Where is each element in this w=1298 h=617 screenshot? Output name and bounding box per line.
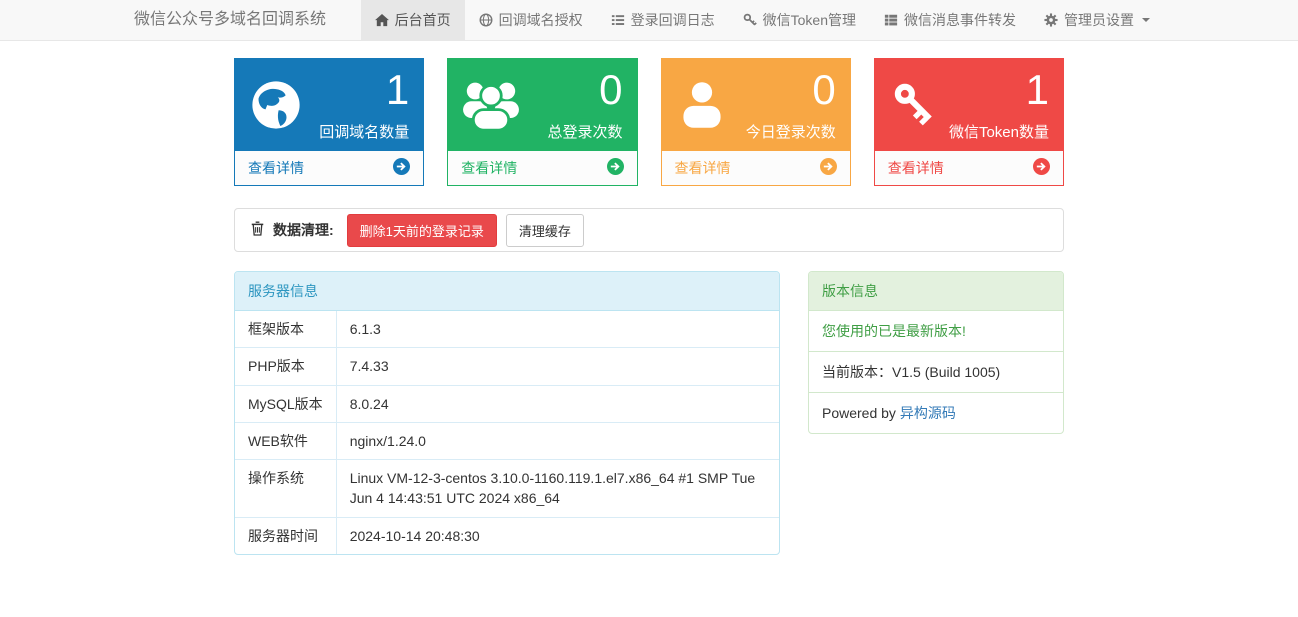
row-label: 框架版本 bbox=[235, 311, 336, 348]
latest-version-note: 您使用的已是最新版本! bbox=[809, 311, 1063, 351]
nav-item-wechat-message-forwarding[interactable]: 微信消息事件转发 bbox=[870, 0, 1030, 40]
globe-icon bbox=[479, 13, 493, 27]
nav-item-label: 登录回调日志 bbox=[631, 10, 715, 30]
powered-by-row: Powered by 异构源码 bbox=[809, 392, 1063, 433]
table-row: 框架版本 6.1.3 bbox=[235, 311, 779, 348]
cleanup-label: 数据清理: bbox=[273, 220, 334, 240]
caret-down-icon bbox=[1142, 18, 1150, 22]
vendor-link[interactable]: 异构源码 bbox=[900, 405, 956, 421]
stat-cards: 1 回调域名数量 查看详情 0 总登录次数 查看详情 bbox=[234, 58, 1064, 186]
key-icon bbox=[888, 77, 944, 133]
version-info-title: 版本信息 bbox=[809, 272, 1063, 311]
th-list-icon bbox=[884, 13, 898, 27]
stat-value: 0 bbox=[812, 67, 835, 113]
row-label: MySQL版本 bbox=[235, 385, 336, 422]
info-panels: 服务器信息 框架版本 6.1.3 PHP版本 7.4.33 MySQL版本 8.… bbox=[234, 271, 1064, 555]
stat-value: 0 bbox=[599, 67, 622, 113]
stat-value: 1 bbox=[386, 67, 409, 113]
stat-card-body: 0 总登录次数 bbox=[448, 59, 636, 151]
table-row: MySQL版本 8.0.24 bbox=[235, 385, 779, 422]
clear-cache-button[interactable]: 清理缓存 bbox=[506, 214, 584, 247]
arrow-circle-right-icon bbox=[820, 158, 837, 178]
stat-label: 总登录次数 bbox=[547, 121, 622, 142]
row-value: 8.0.24 bbox=[336, 385, 779, 422]
view-details-link[interactable]: 查看详情 bbox=[235, 151, 423, 185]
stat-card-total-logins: 0 总登录次数 查看详情 bbox=[447, 58, 637, 186]
row-value: 2024-10-14 20:48:30 bbox=[336, 517, 779, 554]
arrow-circle-right-icon bbox=[393, 158, 410, 178]
nav-item-label: 微信消息事件转发 bbox=[904, 10, 1016, 30]
row-label: 服务器时间 bbox=[235, 517, 336, 554]
row-label: PHP版本 bbox=[235, 348, 336, 385]
row-value: 7.4.33 bbox=[336, 348, 779, 385]
arrow-circle-right-icon bbox=[1033, 158, 1050, 178]
stat-label: 今日登录次数 bbox=[746, 121, 836, 142]
server-info-panel: 服务器信息 框架版本 6.1.3 PHP版本 7.4.33 MySQL版本 8.… bbox=[234, 271, 780, 555]
data-cleanup-bar: 数据清理: 删除1天前的登录记录 清理缓存 bbox=[234, 208, 1064, 252]
view-details-label: 查看详情 bbox=[888, 158, 944, 178]
row-value: Linux VM-12-3-centos 3.10.0-1160.119.1.e… bbox=[336, 460, 779, 518]
view-details-link[interactable]: 查看详情 bbox=[448, 151, 636, 185]
main-content: 1 回调域名数量 查看详情 0 总登录次数 查看详情 bbox=[234, 58, 1064, 555]
row-label: WEB软件 bbox=[235, 422, 336, 459]
view-details-link[interactable]: 查看详情 bbox=[875, 151, 1063, 185]
nav-item-home[interactable]: 后台首页 bbox=[361, 0, 465, 40]
server-info-table: 框架版本 6.1.3 PHP版本 7.4.33 MySQL版本 8.0.24 W… bbox=[235, 311, 779, 554]
stat-card-callback-domains: 1 回调域名数量 查看详情 bbox=[234, 58, 424, 186]
stat-value: 1 bbox=[1026, 67, 1049, 113]
stat-card-body: 1 回调域名数量 bbox=[235, 59, 423, 151]
stat-card-today-logins: 0 今日登录次数 查看详情 bbox=[661, 58, 851, 186]
delete-old-login-records-button[interactable]: 删除1天前的登录记录 bbox=[347, 214, 497, 247]
view-details-label: 查看详情 bbox=[248, 158, 304, 178]
nav-item-wechat-token-management[interactable]: 微信Token管理 bbox=[729, 0, 870, 40]
nav-item-admin-settings[interactable]: 管理员设置 bbox=[1030, 0, 1164, 40]
stat-card-wechat-tokens: 1 微信Token数量 查看详情 bbox=[874, 58, 1064, 186]
view-details-link[interactable]: 查看详情 bbox=[662, 151, 850, 185]
current-version-row: 当前版本：V1.5 (Build 1005) bbox=[809, 351, 1063, 392]
nav-item-login-callback-log[interactable]: 登录回调日志 bbox=[597, 0, 729, 40]
table-row: 操作系统 Linux VM-12-3-centos 3.10.0-1160.11… bbox=[235, 460, 779, 518]
server-info-title: 服务器信息 bbox=[235, 272, 779, 311]
powered-by-label: Powered by bbox=[822, 405, 900, 421]
arrow-circle-right-icon bbox=[607, 158, 624, 178]
trash-icon bbox=[251, 221, 264, 239]
navbar: 微信公众号多域名回调系统 后台首页 回调域名授权 登录回调日志 微信Token管… bbox=[0, 0, 1298, 41]
row-label: 操作系统 bbox=[235, 460, 336, 518]
stat-card-body: 1 微信Token数量 bbox=[875, 59, 1063, 151]
stat-label: 微信Token数量 bbox=[949, 121, 1049, 142]
view-details-label: 查看详情 bbox=[675, 158, 731, 178]
nav-item-label: 回调域名授权 bbox=[499, 10, 583, 30]
nav-item-label: 后台首页 bbox=[395, 10, 451, 30]
app-title: 微信公众号多域名回调系统 bbox=[134, 0, 326, 40]
version-info-panel: 版本信息 您使用的已是最新版本! 当前版本：V1.5 (Build 1005) … bbox=[808, 271, 1064, 434]
view-details-label: 查看详情 bbox=[461, 158, 517, 178]
key-icon bbox=[743, 13, 757, 27]
table-row: 服务器时间 2024-10-14 20:48:30 bbox=[235, 517, 779, 554]
nav-item-label: 微信Token管理 bbox=[763, 10, 856, 30]
nav-menu: 后台首页 回调域名授权 登录回调日志 微信Token管理 微信消息事件转发 管理… bbox=[361, 0, 1164, 40]
table-row: PHP版本 7.4.33 bbox=[235, 348, 779, 385]
navbar-inner: 微信公众号多域名回调系统 后台首页 回调域名授权 登录回调日志 微信Token管… bbox=[134, 0, 1164, 40]
stat-label: 回调域名数量 bbox=[319, 121, 409, 142]
gear-icon bbox=[1044, 13, 1058, 27]
row-value: 6.1.3 bbox=[336, 311, 779, 348]
stat-card-body: 0 今日登录次数 bbox=[662, 59, 850, 151]
home-icon bbox=[375, 14, 389, 27]
table-row: WEB软件 nginx/1.24.0 bbox=[235, 422, 779, 459]
user-icon bbox=[675, 78, 729, 132]
globe-icon bbox=[248, 77, 304, 133]
nav-item-label: 管理员设置 bbox=[1064, 10, 1134, 30]
list-icon bbox=[611, 13, 625, 27]
users-icon bbox=[461, 78, 521, 132]
row-value: nginx/1.24.0 bbox=[336, 422, 779, 459]
nav-item-callback-domain-auth[interactable]: 回调域名授权 bbox=[465, 0, 597, 40]
